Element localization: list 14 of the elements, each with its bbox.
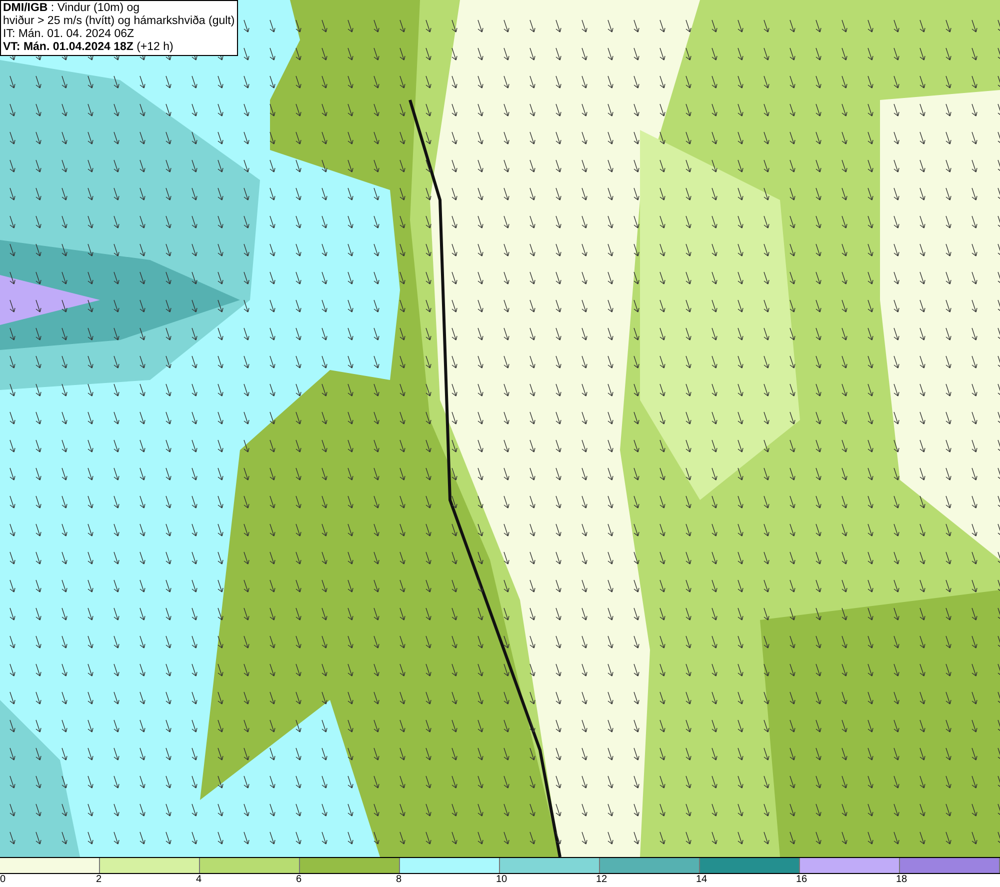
- info-text: DMI/IGB : Vindur (10m) og: [3, 2, 141, 15]
- scale-label: 6: [296, 874, 302, 886]
- scale-label: 18: [896, 874, 908, 886]
- scale-label: 0: [0, 874, 6, 886]
- scale-label: 2: [96, 874, 102, 886]
- scale-label: 12: [596, 874, 608, 886]
- scale-label: 8: [396, 874, 402, 886]
- info-text: IT: Mán. 01. 04. 2024 06Z: [3, 28, 136, 41]
- scale-label: 4: [196, 874, 202, 886]
- scale-label: 16: [796, 874, 808, 886]
- info-text: VT: Mán. 01.04.2024 18Z (+12 h): [3, 41, 174, 54]
- scale-label: 14: [696, 874, 708, 886]
- scale-label: 10: [496, 874, 508, 886]
- info-text: hviður > 25 m/s (hvítt) og hámarkshviða (gult): [3, 15, 235, 28]
